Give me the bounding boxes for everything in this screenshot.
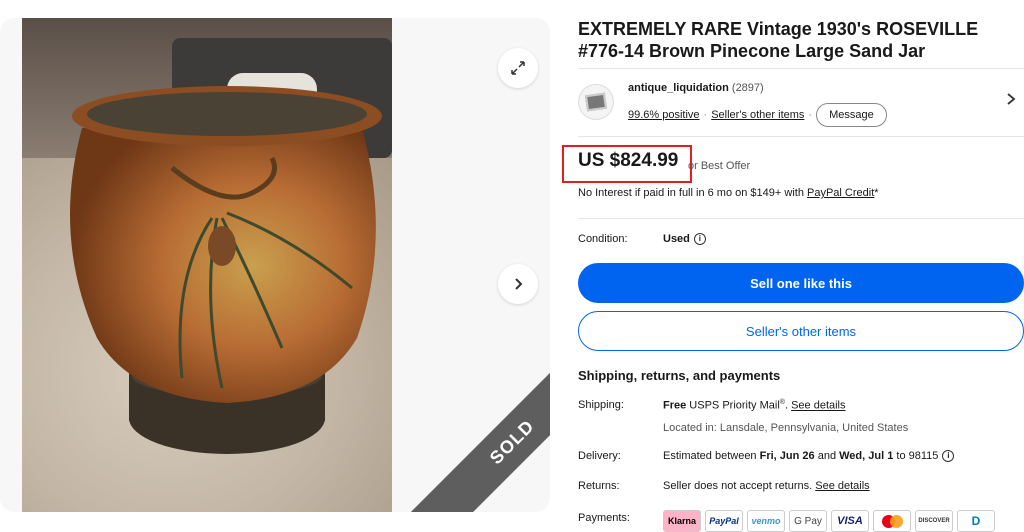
shipping-see-details-link[interactable]: See details [791,400,845,412]
diners-club-badge: D [957,510,995,532]
listing-title: EXTREMELY RARE Vintage 1930's ROSEVILLE … [578,19,979,61]
separator: · [808,109,813,121]
divider [578,68,1024,69]
separator: · [703,109,708,121]
delivery-zip: to 98115 [893,450,939,462]
paypal-credit-line: No Interest if paid in full in 6 mo on $… [578,187,879,199]
message-button[interactable]: Message [816,103,887,127]
sold-ribbon: SOLD [397,327,550,512]
seller-name-row: antique_liquidation (2897) [628,82,764,94]
returns-see-details-link[interactable]: See details [815,480,869,492]
paypal-credit-link[interactable]: PayPal Credit [807,187,874,199]
image-gallery: SOLD [0,18,550,512]
expand-icon [511,61,525,75]
shipping-section-heading: Shipping, returns, and payments [578,368,781,383]
seller-links: 99.6% positive · Seller's other items · … [628,103,887,127]
info-icon[interactable]: i [693,233,706,246]
venmo-badge: venmo [747,510,785,532]
discover-badge: DISCOVER [915,510,953,532]
item-price: US $824.99 [578,150,679,171]
paypal-badge: PayPal [705,510,743,532]
delivery-and: and [814,450,840,462]
condition-row: Condition: Used i [578,233,706,246]
delivery-row: Delivery: Estimated between Fri, Jun 26 … [578,450,1024,464]
expand-button[interactable] [498,48,538,88]
payments-label: Payments: [578,512,630,524]
delivery-end: Wed, Jul 1 [839,450,894,462]
payment-methods: Klarna PayPal venmo G Pay VISA DISCOVER … [663,510,995,532]
best-offer-label: or Best Offer [688,160,751,172]
shipping-label: Shipping: [578,399,624,411]
delivery-label: Delivery: [578,450,621,462]
google-pay-badge: G Pay [789,510,827,532]
seller-avatar[interactable] [578,84,614,120]
delivery-prefix: Estimated between [663,450,760,462]
returns-text: Seller does not accept returns. [663,480,816,492]
sell-one-like-this-button[interactable]: Sell one like this [578,263,1024,303]
returns-value: Seller does not accept returns. See deta… [663,480,870,492]
shipping-free: Free [663,399,687,412]
chevron-right-icon [515,278,523,290]
paypal-credit-asterisk: * [874,187,879,199]
condition-label: Condition: [578,233,628,245]
info-icon[interactable]: i [942,450,955,463]
mastercard-badge [873,510,911,532]
returns-row: Returns: Seller does not accept returns.… [578,480,1024,494]
next-image-button[interactable] [498,264,538,304]
visa-badge: VISA [831,510,869,532]
seller-feedback-count: (2897) [731,82,764,94]
chevron-right-icon[interactable] [1006,92,1016,110]
returns-label: Returns: [578,480,620,492]
product-photo[interactable] [22,18,392,512]
seller-other-items-link[interactable]: Seller's other items [711,109,804,121]
shipping-row: Shipping: Free USPS Priority Mail®. See … [578,399,1024,413]
sellers-other-items-button[interactable]: Seller's other items [578,311,1024,351]
payments-row: Payments: [578,512,663,526]
item-location: Located in: Lansdale, Pennsylvania, Unit… [663,422,909,434]
location-row: Located in: Lansdale, Pennsylvania, Unit… [578,422,1024,436]
divider [578,218,1024,219]
paypal-credit-text: No Interest if paid in full in 6 mo on $… [578,187,807,199]
divider [578,136,1024,137]
seller-name[interactable]: antique_liquidation [628,82,729,94]
delivery-start: Fri, Jun 26 [759,450,815,462]
seller-card[interactable]: antique_liquidation (2897) 99.6% positiv… [578,80,1024,132]
sand-jar-illustration [70,86,382,454]
shipping-value: Free USPS Priority Mail®. See details [663,399,846,412]
klarna-badge: Klarna [663,510,701,532]
shipping-service: USPS Priority Mail [686,399,780,412]
delivery-value: Estimated between Fri, Jun 26 and Wed, J… [663,450,955,463]
condition-value: Used [663,233,690,245]
seller-avatar-image [584,92,608,112]
seller-positive-link[interactable]: 99.6% positive [628,109,700,121]
